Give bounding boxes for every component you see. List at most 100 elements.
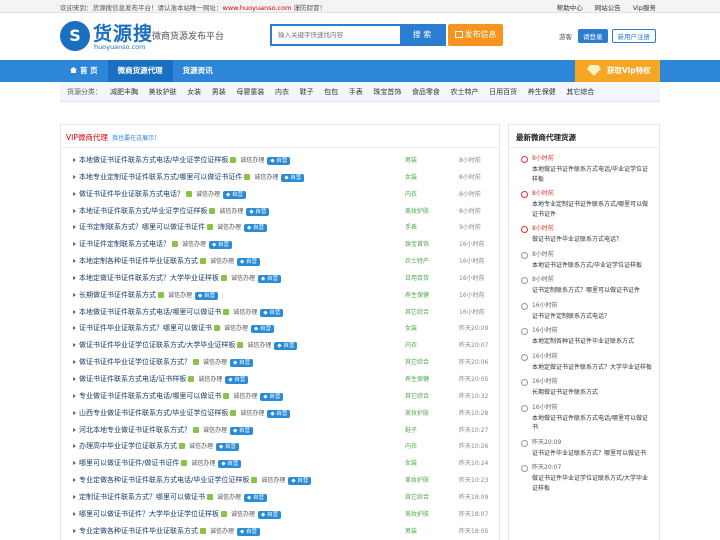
category-item[interactable]: 日用百货	[489, 87, 517, 97]
row-category[interactable]: 女装	[405, 172, 417, 181]
row-title-link[interactable]: 证书证件毕业证联系方式？哪里可以做证书	[79, 324, 212, 332]
category-item[interactable]: 内衣	[275, 87, 289, 97]
row-title-link[interactable]: 本地定做证书证件联系方式？大学毕业证样板	[79, 274, 219, 282]
category-item[interactable]: 母婴童装	[236, 87, 264, 97]
row-title-link[interactable]: 做证书证件毕业证学位证联系方式/大学毕业证样板	[79, 341, 235, 349]
logo[interactable]: S 货源搜 huoyuanso.com 微商货源发布平台	[60, 21, 250, 55]
row-category[interactable]: 美妆护肤	[405, 408, 429, 417]
row-category[interactable]: 女装	[405, 323, 417, 332]
row-category[interactable]: 养生保健	[405, 374, 429, 383]
category-item[interactable]: 养生保健	[528, 87, 556, 97]
category-item[interactable]: 女装	[187, 87, 201, 97]
row-category[interactable]: 农士特产	[405, 256, 429, 265]
row-title-link[interactable]: 河北本地专业做证书证件联系方式？	[79, 426, 191, 434]
row-category[interactable]: 女装	[405, 458, 417, 467]
item-title-link[interactable]: 本地定制各种证书证件毕业证联系方式	[532, 337, 653, 347]
row-category[interactable]: 美妆护肤	[405, 475, 429, 484]
row-title-link[interactable]: 本地做证书证件联系方式电话/哪里可以做证书	[79, 308, 221, 316]
row-title-link[interactable]: 做证书证件毕业证联系方式电话？	[79, 190, 184, 198]
row-title-link[interactable]: 专业做证书证件联系方式电话/哪里可以做证书	[79, 392, 221, 400]
row-category[interactable]: 日用百货	[405, 273, 429, 282]
row-title-link[interactable]: 办理高中毕业证学位证联系方式	[79, 442, 177, 450]
row-category[interactable]: 男装	[405, 155, 417, 164]
item-title-link[interactable]: 做证书证件毕业证联系方式电话？	[532, 235, 653, 245]
row-title-link[interactable]: 定制证书证件联系方式？哪里可以做证书	[79, 493, 205, 501]
row-title-link[interactable]: 长期做证书证件联系方式	[79, 291, 156, 299]
category-item[interactable]: 减肥丰胸	[110, 87, 138, 97]
category-item[interactable]: 珠宝首饰	[373, 87, 401, 97]
row-title-link[interactable]: 本地专业定制证书证件联系方式/哪里可以做证书证件	[79, 173, 242, 181]
row-category[interactable]: 内衣	[405, 340, 417, 349]
bullet-icon	[73, 275, 76, 280]
search-button[interactable]: 搜 索	[400, 26, 444, 44]
bullet-icon	[73, 410, 76, 415]
row-title-link[interactable]: 专业定做各种证书证件毕业证联系方式	[79, 527, 198, 535]
show-here-link[interactable]: 我也要在这展示！	[112, 135, 160, 142]
row-category[interactable]: 其它综合	[405, 357, 429, 366]
register-button[interactable]: 新用户注册	[611, 29, 656, 43]
item-title-link[interactable]: 本地专业定制证书证件联系方式/哪里可以做证书证件	[532, 200, 653, 219]
vip-privilege-button[interactable]: 获取Vip特权	[575, 60, 660, 82]
badge-label: 自营	[246, 528, 258, 535]
latest-title: 最新微商代理货源	[516, 133, 576, 142]
timeline-dot-icon	[521, 465, 528, 472]
item-title-link[interactable]: 证书定制联系方式？哪里可以做证书证件	[532, 286, 653, 296]
category-item[interactable]: 男装	[212, 87, 226, 97]
row-category[interactable]: 内衣	[405, 189, 417, 198]
row-title-link[interactable]: 专业定做各种证书证件联系方式电话/毕业证学位证样板	[79, 476, 249, 484]
category-item[interactable]: 食品零食	[412, 87, 440, 97]
item-title-link[interactable]: 本地定做证书证件联系方式？大学毕业证样板	[532, 363, 653, 373]
row-title-link[interactable]: 本地证书证件联系方式/毕业证学位证样板	[79, 207, 207, 215]
row-content: 河北本地专业做证书证件联系方式？ 诚信办理 ◆ 自营	[79, 425, 254, 435]
category-item[interactable]: 手表	[349, 87, 363, 97]
item-time: 16小时前	[532, 352, 558, 360]
nav-item-agents[interactable]: 微商货源代理	[107, 60, 173, 82]
nav-item-news[interactable]: 货源资讯	[173, 60, 223, 82]
row-title-link[interactable]: 做证书证件联系方式电话/证书样板	[79, 375, 186, 383]
welcome-text: 欢迎来到：货源搜信息发布平台！请认准本站唯一网址：www.huoyuanso.c…	[60, 2, 326, 12]
row-category[interactable]: 鞋子	[405, 425, 417, 434]
row-title-link[interactable]: 本地做证书证件联系方式电话/毕业证学位证样板	[79, 156, 228, 164]
row-category[interactable]: 手表	[405, 222, 417, 231]
item-title-link[interactable]: 本地证书证件联系方式/毕业证学位证样板	[532, 261, 653, 271]
item-title-link[interactable]: 证书证件定制联系方式电话？	[532, 312, 653, 322]
table-row: 本地定制各种证书证件毕业证联系方式 诚信办理 ◆ 自营 农士特产 16小时前	[73, 253, 493, 270]
item-title-link[interactable]: 证书证件毕业证联系方式？哪里可以做证书	[532, 449, 653, 459]
row-time: 昨天18:05	[459, 527, 489, 535]
category-item[interactable]: 包包	[324, 87, 338, 97]
row-title-link[interactable]: 证书证件定制联系方式电话？	[79, 240, 170, 248]
row-title-link[interactable]: 本地定制各种证书证件毕业证联系方式	[79, 257, 198, 265]
timeline-dot-icon	[521, 353, 528, 361]
self-operated-badge: ◆ 自营	[260, 308, 284, 317]
item-title-link[interactable]: 长期做证书证件联系方式	[532, 388, 653, 398]
site-notice-link[interactable]: 网站公告	[595, 2, 621, 12]
row-title-link[interactable]: 哪里可以做证书证件？大学毕业证学位证样板	[79, 510, 219, 518]
row-title-link[interactable]: 证书定制联系方式？哪里可以做证书证件	[79, 223, 205, 231]
row-category[interactable]: 珠宝首饰	[405, 239, 429, 248]
item-title-link[interactable]: 本地做证书证件联系方式电话/毕业证学位证样板	[532, 165, 653, 184]
row-category[interactable]: 其它综合	[405, 492, 429, 501]
row-title-link[interactable]: 哪里可以做证书证件/做证书证件	[79, 459, 179, 467]
post-info-button[interactable]: 发布信息	[448, 24, 503, 46]
row-category[interactable]: 养生保健	[405, 290, 429, 299]
item-title-link[interactable]: 本地做证书证件联系方式电话/哪里可以做证书	[532, 414, 653, 433]
category-item[interactable]: 鞋子	[300, 87, 314, 97]
row-category[interactable]: 美妆护肤	[405, 509, 429, 518]
vip-service-link[interactable]: Vip服务	[633, 2, 656, 12]
site-link[interactable]: www.huoyuanso.com	[223, 4, 292, 12]
category-item[interactable]: 农士特产	[451, 87, 479, 97]
row-title-link[interactable]: 做证书证件毕业证学位证联系方式？	[79, 358, 191, 366]
row-title-link[interactable]: 山西专业做证书证件联系方式/毕业证学位证样板	[79, 409, 228, 417]
row-category[interactable]: 美妆护肤	[405, 206, 429, 215]
row-category[interactable]: 其它综合	[405, 307, 429, 316]
item-title-link[interactable]: 做证书证件毕业证学位证联系方式/大学毕业证样板	[532, 474, 653, 493]
category-item[interactable]: 美妆护肤	[149, 87, 177, 97]
search-input[interactable]	[272, 26, 400, 44]
category-item[interactable]: 其它综合	[566, 87, 594, 97]
help-center-link[interactable]: 帮助中心	[557, 2, 583, 12]
row-category[interactable]: 其它综合	[405, 391, 429, 400]
row-category[interactable]: 内衣	[405, 441, 417, 450]
row-category[interactable]: 男装	[405, 526, 417, 535]
login-button[interactable]: 请登录	[578, 29, 608, 43]
nav-item-home[interactable]: 首 页	[60, 60, 108, 82]
